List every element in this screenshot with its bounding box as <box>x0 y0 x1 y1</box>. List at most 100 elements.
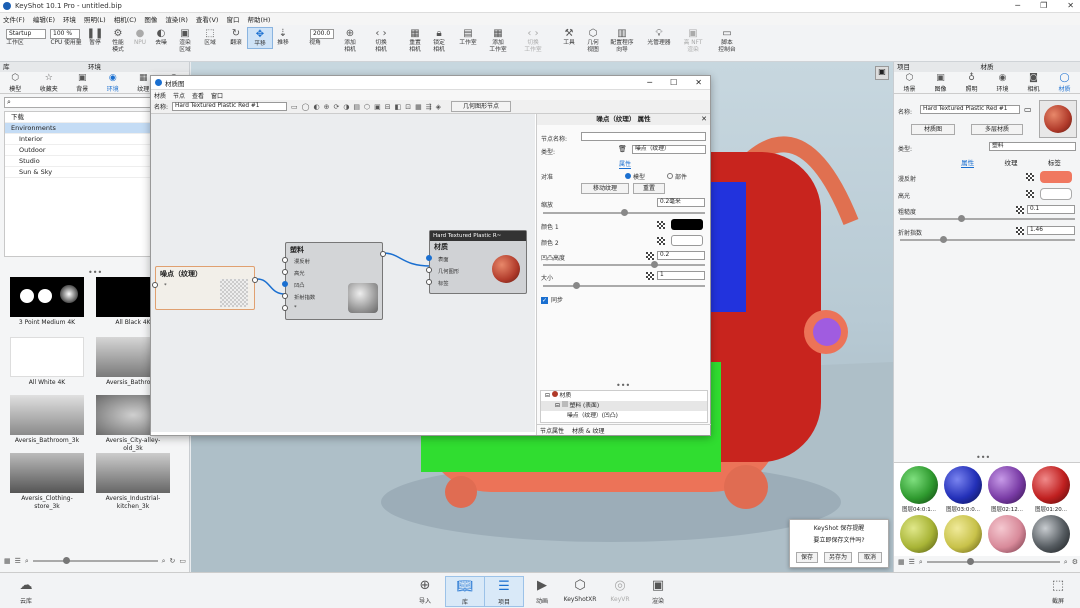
menu-image[interactable]: 图像 <box>144 14 157 24</box>
list-view-icon[interactable]: ☰ <box>909 558 915 566</box>
tab-favorites[interactable]: ☆ 收藏夹 <box>40 73 58 93</box>
properties-tab[interactable]: 属性 <box>619 159 632 169</box>
light-manager-button[interactable]: 💡︎ 光管理器 <box>643 27 675 47</box>
plastic-bump-port[interactable] <box>282 281 288 287</box>
refresh-icon[interactable]: ↻ <box>170 557 176 565</box>
animation-button[interactable]: ▶ 动画 <box>522 576 562 605</box>
node-type-select[interactable]: 噪点（纹理） <box>632 145 706 154</box>
env-thumb-industrial-kitchen[interactable]: Aversis_Industrial-kitchen_3k <box>96 453 170 511</box>
specular-color-swatch[interactable] <box>1040 188 1072 200</box>
grid-view-icon[interactable]: ▦ <box>4 557 11 565</box>
dialog-menu-view[interactable]: 查看 <box>192 91 204 100</box>
tab-material[interactable]: ◯ 材质 <box>1058 73 1070 93</box>
swatch-size-slider[interactable] <box>926 558 1060 565</box>
screenshot-button[interactable]: ⬚ 截屏 <box>1038 576 1078 605</box>
color1-texture-icon[interactable] <box>657 221 665 229</box>
scale-input[interactable]: 0.2毫米 <box>657 198 705 207</box>
viewport-toggle-icon[interactable]: ▣ <box>875 66 889 80</box>
type-select[interactable]: 塑料 <box>989 142 1076 151</box>
swatch-purple[interactable] <box>988 466 1026 504</box>
roughness-input[interactable]: 0.1 <box>1027 205 1075 214</box>
keyshotxr-button[interactable]: ⬡ KeyShotXR <box>560 576 600 603</box>
swatch-pink[interactable] <box>988 515 1026 553</box>
size-texture-icon[interactable] <box>646 272 654 280</box>
geometry-view-button[interactable]: ⬡ 几何 视图 <box>580 27 606 54</box>
dialog-minimize-icon[interactable]: ─ <box>647 78 652 87</box>
node-noise-texture[interactable]: 噪点（纹理） * <box>152 266 258 310</box>
env-thumb-clothing-store[interactable]: Aversis_Clothing-store_3k <box>10 453 84 511</box>
thumbnail-size-slider[interactable] <box>32 557 158 564</box>
folder-icon[interactable]: ▭ <box>179 557 186 565</box>
material-geometry-port[interactable] <box>426 267 432 273</box>
sync-checkbox[interactable]: ✓ 同步 <box>541 295 563 304</box>
cloud-library-button[interactable]: ☁ 云库 <box>6 576 46 605</box>
grid-view-icon[interactable]: ▦ <box>898 558 905 566</box>
menu-environment[interactable]: 环境 <box>63 14 76 24</box>
diffuse-color-swatch[interactable] <box>1040 171 1072 183</box>
project-button[interactable]: ☰ 项目 <box>484 576 524 607</box>
material-preview[interactable] <box>1039 100 1077 138</box>
env-thumb-bathroom-3k[interactable]: Aversis_Bathroom_3k <box>10 395 84 445</box>
noise-in-port[interactable] <box>152 282 158 288</box>
library-button[interactable]: 📖︎ 库 <box>445 576 485 607</box>
ior-texture-icon[interactable] <box>1016 227 1024 235</box>
close-icon[interactable]: ✕ <box>1067 1 1074 10</box>
menu-view[interactable]: 查看(V) <box>196 14 219 24</box>
size-input[interactable]: 1 <box>657 271 705 280</box>
material-label-port[interactable] <box>426 279 432 285</box>
restore-icon[interactable]: ❐ <box>1040 1 1047 10</box>
tab-environments[interactable]: ◉ 环境 <box>107 73 119 93</box>
script-console-button[interactable]: ▭ 脚本 控制台 <box>714 27 740 54</box>
multi-layer-button[interactable]: 多层材质 <box>971 124 1023 135</box>
swatch-yellow[interactable] <box>944 515 982 553</box>
menu-edit[interactable]: 编辑(E) <box>33 14 55 24</box>
subtab-properties[interactable]: 属性 <box>961 157 975 168</box>
plastic-specular-port[interactable] <box>282 269 288 275</box>
dialog-menu-window[interactable]: 窗口 <box>211 91 223 100</box>
switch-studio-button[interactable]: ‹ › 切换 工作室 <box>520 27 546 54</box>
plastic-diffuse-port[interactable] <box>282 257 288 263</box>
preset-select[interactable]: Startup <box>6 29 46 39</box>
tab-image[interactable]: ▣ 图像 <box>934 73 946 93</box>
ior-slider[interactable] <box>900 236 1075 243</box>
keyvr-button[interactable]: ◎ KeyVR <box>600 576 640 603</box>
roughness-texture-icon[interactable] <box>1016 206 1024 214</box>
minimize-icon[interactable]: ─ <box>1015 1 1020 10</box>
graph-tool-icons[interactable]: ▭◯◐⊕⟳◑▤⬡▣⊟◧⊡▦⇶◈ <box>291 103 445 111</box>
move-texture-button[interactable]: 移动纹理 <box>581 183 629 194</box>
node-material[interactable]: Hard Textured Plastic R~ 材质 表面 几何图形 标签 <box>426 230 527 294</box>
dialog-maximize-icon[interactable]: ☐ <box>670 78 677 87</box>
noise-out-port[interactable] <box>252 277 258 283</box>
tree-node-material[interactable]: ⊟ 材质 <box>541 391 707 401</box>
reset-camera-button[interactable]: ▦ 重置 相机 <box>402 27 428 54</box>
tab-lighting[interactable]: ♁ 照明 <box>965 73 977 93</box>
diffuse-texture-icon[interactable] <box>1026 173 1034 181</box>
denoise-button[interactable]: ◐ 去噪 <box>148 27 174 47</box>
tab-materials-textures[interactable]: 材质 & 纹理 <box>572 426 605 435</box>
lock-camera-button[interactable]: 🔒︎ 锁定 相机 <box>426 27 452 54</box>
specular-texture-icon[interactable] <box>1026 190 1034 198</box>
workspace-button[interactable]: 工作区 <box>6 40 23 47</box>
save-material-icon[interactable]: ▭ <box>1024 105 1032 114</box>
swatch-gray[interactable] <box>1032 515 1070 553</box>
material-surface-port[interactable] <box>426 255 432 261</box>
tab-scene[interactable]: ⬡ 场景 <box>903 73 915 93</box>
studio-button[interactable]: ▤ 工作室 <box>455 27 481 47</box>
subtab-labels[interactable]: 标签 <box>1048 157 1061 168</box>
settings-icon[interactable]: ⚙ <box>1072 558 1078 566</box>
swatch-olive[interactable] <box>900 515 938 553</box>
align-part-radio[interactable]: 部件 <box>667 172 687 181</box>
tree-node-noise[interactable]: 噪点（纹理）(凹凸) <box>541 411 707 421</box>
tab-textures[interactable]: ▦ 纹理 <box>137 73 149 93</box>
bump-texture-icon[interactable] <box>646 252 654 260</box>
list-view-icon[interactable]: ☰ <box>15 557 21 565</box>
ior-input[interactable]: 1.46 <box>1027 226 1075 235</box>
bump-height-input[interactable]: 0.2 <box>657 251 705 260</box>
import-button[interactable]: ⊕ 导入 <box>405 576 445 605</box>
camera-speed-input[interactable]: 200.0 <box>310 29 334 39</box>
color2-texture-icon[interactable] <box>657 237 665 245</box>
bump-height-slider[interactable] <box>543 261 705 268</box>
plastic-extra-port[interactable] <box>282 305 288 311</box>
env-thumb-3point[interactable]: 3 Point Medium 4K <box>10 277 84 327</box>
align-model-radio[interactable]: 模型 <box>625 172 645 181</box>
